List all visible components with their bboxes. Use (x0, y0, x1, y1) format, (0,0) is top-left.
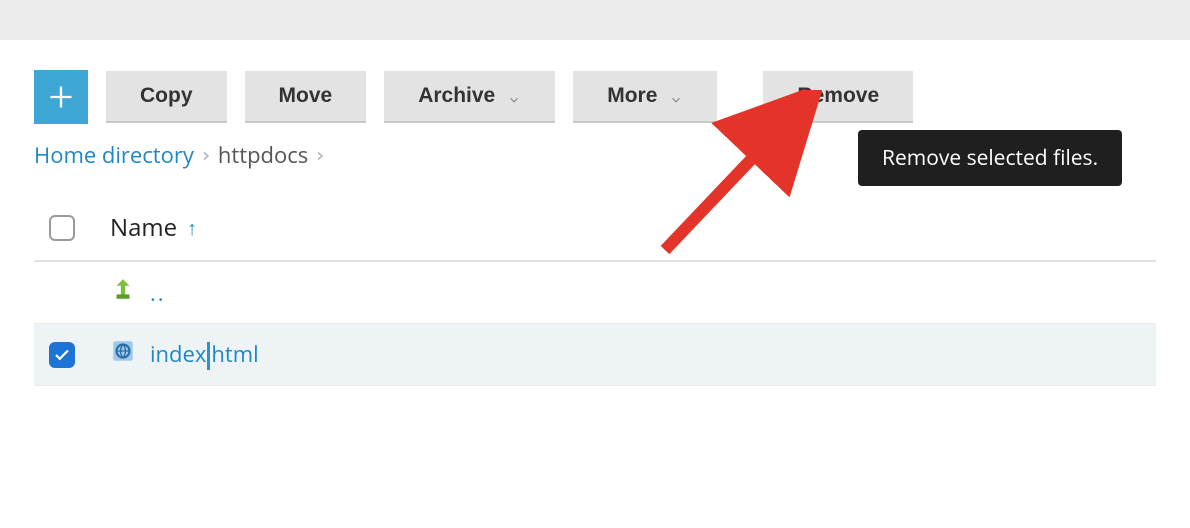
sort-ascending-icon: ↑ (187, 214, 197, 241)
breadcrumb-current: httpdocs (218, 140, 308, 170)
column-header-name-label: Name (110, 211, 177, 244)
breadcrumb-home-link[interactable]: Home directory (34, 140, 194, 170)
copy-button[interactable]: Copy (106, 71, 227, 123)
plus-icon (47, 83, 75, 111)
breadcrumb-separator-icon (200, 140, 212, 170)
remove-button[interactable]: Remove (763, 71, 913, 123)
row-checkbox-placeholder (48, 279, 76, 307)
remove-button-tooltip: Remove selected files. (858, 130, 1122, 186)
copy-button-label: Copy (140, 84, 193, 108)
archive-button[interactable]: Archive (384, 71, 555, 123)
breadcrumb-separator-icon (314, 140, 326, 170)
select-all-checkbox[interactable] (49, 215, 75, 241)
more-button[interactable]: More (573, 71, 717, 123)
text-caret-icon (207, 342, 210, 370)
column-header-name[interactable]: Name ↑ (110, 211, 197, 244)
more-button-label: More (607, 84, 657, 108)
chevron-down-icon (669, 89, 683, 103)
table-header: Name ↑ (34, 201, 1156, 262)
parent-dir-link[interactable]: .. (150, 278, 166, 308)
archive-button-label: Archive (418, 84, 495, 108)
window-top-strip (0, 0, 1190, 40)
table-row[interactable]: .. (34, 262, 1156, 324)
file-name-part2: html (211, 339, 258, 369)
html-file-icon (110, 338, 136, 371)
move-button-label: Move (279, 84, 333, 108)
chevron-down-icon (507, 89, 521, 103)
file-name-part1: index (150, 339, 206, 369)
folder-up-icon (110, 276, 136, 309)
file-name-link[interactable]: indexhtml (150, 339, 259, 370)
add-button[interactable] (34, 70, 88, 124)
file-table: Name ↑ .. (34, 200, 1156, 386)
remove-button-label: Remove (797, 84, 879, 108)
move-button[interactable]: Move (245, 71, 367, 123)
row-checkbox[interactable] (49, 342, 75, 368)
table-row[interactable]: indexhtml (34, 324, 1156, 386)
toolbar: Copy Move Archive More Remove (0, 40, 1190, 140)
